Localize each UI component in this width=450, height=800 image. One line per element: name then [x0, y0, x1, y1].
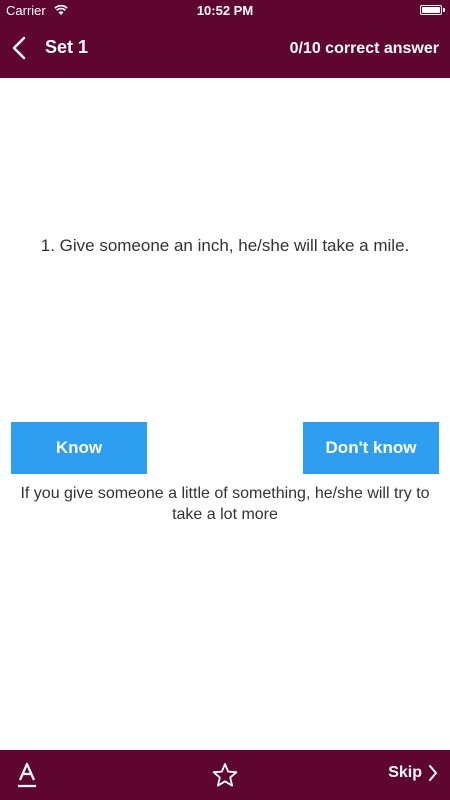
- meaning-text: If you give someone a little of somethin…: [20, 485, 430, 523]
- skip-button[interactable]: Skip: [388, 764, 438, 782]
- clock: 10:52 PM: [196, 3, 254, 18]
- page-title: Set 1: [45, 37, 89, 57]
- score-label: 0/10 correct answer: [289, 40, 439, 57]
- chevron-right-icon: [429, 765, 437, 781]
- skip-label: Skip: [388, 764, 422, 781]
- know-button[interactable]: Know: [11, 422, 147, 474]
- navigation-bar: Set 1 0/10 correct answer: [0, 22, 450, 78]
- quiz-screen: Carrier 10:52 PM Set 1 0/10 correct answ…: [0, 0, 450, 800]
- star-icon[interactable]: [212, 762, 238, 788]
- chevron-left-icon[interactable]: [10, 36, 30, 60]
- battery-fill: [422, 7, 440, 13]
- dont-know-button[interactable]: Don't know: [303, 422, 439, 474]
- font-size-icon[interactable]: [16, 760, 38, 790]
- top-bar: Carrier 10:52 PM Set 1 0/10 correct answ…: [0, 0, 450, 78]
- status-bar: Carrier 10:52 PM: [0, 0, 450, 22]
- question-text: 1. Give someone an inch, he/she will tak…: [40, 236, 410, 255]
- bottom-toolbar: Skip: [0, 750, 450, 800]
- battery-icon: [420, 5, 445, 15]
